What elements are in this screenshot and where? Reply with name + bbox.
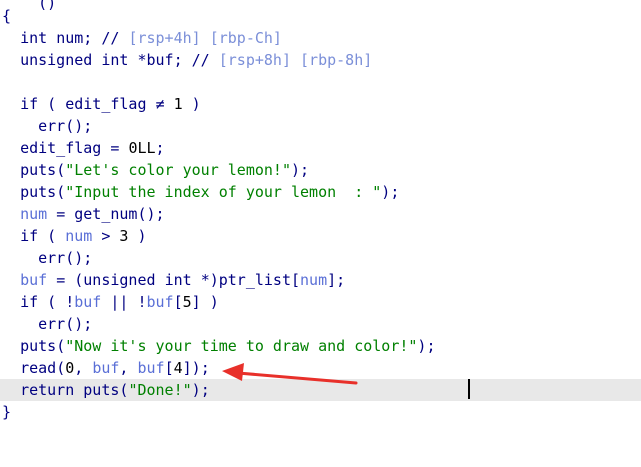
code-line-text: int num; // [rsp+4h] [rbp-Ch] (20, 29, 282, 47)
code-line-12[interactable]: err(); (0, 247, 641, 269)
text-cursor (468, 379, 470, 399)
code-line-16[interactable]: puts("Now it's your time to draw and col… (0, 335, 641, 357)
code-line-text: } (2, 403, 12, 421)
code-line-4[interactable] (0, 71, 641, 93)
code-line-text: err(); (38, 249, 93, 267)
code-line-6[interactable]: err(); (0, 115, 641, 137)
code-line-text: puts("Input the index of your lemon : ")… (20, 183, 400, 201)
code-line-2[interactable]: int num; // [rsp+4h] [rbp-Ch] (0, 27, 641, 49)
code-line-text: err(); (38, 117, 93, 135)
code-line-9[interactable]: puts("Input the index of your lemon : ")… (0, 181, 641, 203)
code-line-19[interactable]: } (0, 401, 641, 423)
code-line-text: unsigned int *buf; // [rsp+8h] [rbp-8h] (20, 51, 373, 69)
code-line-18-current[interactable]: return puts("Done!"); (0, 379, 641, 401)
code-line-15[interactable]: err(); (0, 313, 641, 335)
code-line-8[interactable]: puts("Let's color your lemon!"); (0, 159, 641, 181)
code-line-text: return puts("Done!"); (20, 381, 210, 399)
code-line-text: if ( !buf || !buf[5] ) (20, 293, 219, 311)
code-line-3[interactable]: unsigned int *buf; // [rsp+8h] [rbp-8h] (0, 49, 641, 71)
code-line-11[interactable]: if ( num > 3 ) (0, 225, 641, 247)
code-line-text: if ( edit_flag ≠ 1 ) (20, 95, 201, 113)
code-line-10[interactable]: num = get_num(); (0, 203, 641, 225)
code-line-1[interactable]: { (0, 5, 641, 27)
code-line-text: err(); (38, 315, 93, 333)
code-line-text: num = get_num(); (20, 205, 165, 223)
code-line-text: { (2, 7, 12, 25)
code-line-text: read(0, buf, buf[4]); (20, 359, 210, 377)
code-line-14[interactable]: if ( !buf || !buf[5] ) (0, 291, 641, 313)
code-line-text: edit_flag = 0LL; (20, 139, 165, 157)
code-line-text: buf = (unsigned int *)ptr_list[num]; (20, 271, 346, 289)
code-line-text: puts("Let's color your lemon!"); (20, 161, 310, 179)
code-line-17[interactable]: read(0, buf, buf[4]); (0, 357, 641, 379)
code-line-text: if ( num > 3 ) (20, 227, 147, 245)
code-line-text: puts("Now it's your time to draw and col… (20, 337, 436, 355)
code-line-7[interactable]: edit_flag = 0LL; (0, 137, 641, 159)
code-line-5[interactable]: if ( edit_flag ≠ 1 ) (0, 93, 641, 115)
code-line-13[interactable]: buf = (unsigned int *)ptr_list[num]; (0, 269, 641, 291)
code-editor[interactable]: () { int num; // [rsp+4h] [rbp-Ch] unsig… (0, 0, 641, 447)
